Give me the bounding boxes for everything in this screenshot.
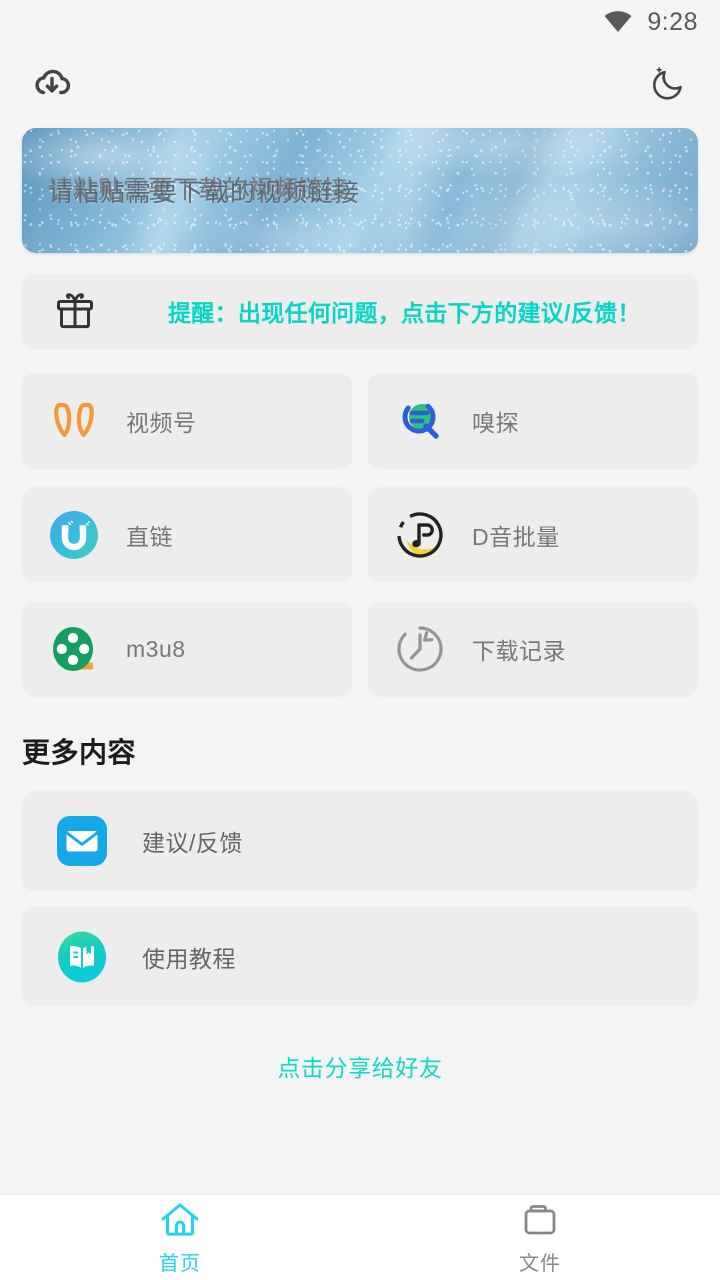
feature-label: 视频号 xyxy=(126,410,197,436)
notice-banner[interactable]: 提醒：出现任何问题，点击下方的建议/反馈！ xyxy=(22,273,698,349)
feature-tile-m3u8[interactable]: m3u8 xyxy=(22,601,352,697)
notice-container: 提醒：出现任何问题，点击下方的建议/反馈！ xyxy=(0,273,720,349)
wechat-channels-icon xyxy=(22,398,126,444)
magnet-link-icon xyxy=(22,508,126,562)
gift-icon xyxy=(52,288,98,334)
more-list: 建议/反馈 使用教程 xyxy=(0,791,720,1007)
more-item-label: 建议/反馈 xyxy=(142,830,243,856)
paste-link-input[interactable] xyxy=(22,128,698,253)
more-item-label: 使用教程 xyxy=(142,946,236,972)
more-section-title: 更多内容 xyxy=(22,737,137,768)
feature-label: 下载记录 xyxy=(472,638,566,664)
more-item-feedback[interactable]: 建议/反馈 xyxy=(22,791,698,891)
feature-tile-douyin-batch[interactable]: D音批量 xyxy=(368,487,698,583)
bottom-tab-bar: 首页 文件 xyxy=(0,1194,720,1280)
paste-banner-container: 请粘贴需要下载的视频链接 xyxy=(0,128,720,253)
feature-label: m3u8 xyxy=(126,635,186,662)
film-reel-icon xyxy=(22,622,126,676)
tab-label: 文件 xyxy=(519,1252,561,1275)
sniffer-search-icon xyxy=(368,393,472,449)
wifi-icon xyxy=(603,11,633,33)
open-book-icon xyxy=(22,929,142,985)
paste-link-banner[interactable]: 请粘贴需要下载的视频链接 xyxy=(22,128,698,253)
feature-tile-direct-link[interactable]: 直链 xyxy=(22,487,352,583)
feature-grid: 视频号 嗅探 直链 D音批量 m3u8 下载记录 xyxy=(0,373,720,697)
cloud-download-icon[interactable] xyxy=(30,61,74,105)
status-bar: 9:28 xyxy=(0,0,720,44)
feature-tile-download-history[interactable]: 下载记录 xyxy=(368,601,698,697)
more-item-tutorial[interactable]: 使用教程 xyxy=(22,907,698,1007)
tab-label: 首页 xyxy=(159,1252,201,1275)
tab-files[interactable]: 文件 xyxy=(360,1200,720,1276)
feature-tile-sniffer[interactable]: 嗅探 xyxy=(368,373,698,469)
share-link[interactable]: 点击分享给好友 xyxy=(0,1049,720,1083)
feature-label: D音批量 xyxy=(472,524,560,550)
app-screen: 9:28 请粘贴需要下载的视频链接 请粘贴需要下载的视频链接 提醒：出现任何问题… xyxy=(0,0,720,1280)
mail-envelope-icon xyxy=(22,813,142,869)
douyin-music-icon xyxy=(368,508,472,562)
app-bar xyxy=(0,44,720,122)
notice-text: 提醒：出现任何问题，点击下方的建议/反馈！ xyxy=(168,300,641,326)
feature-tile-wechat-channels[interactable]: 视频号 xyxy=(22,373,352,469)
tab-home[interactable]: 首页 xyxy=(0,1200,360,1276)
folder-icon xyxy=(519,1200,561,1240)
feature-label: 直链 xyxy=(126,524,173,550)
home-icon xyxy=(159,1200,201,1240)
feature-label: 嗅探 xyxy=(472,410,519,436)
status-bar-time: 9:28 xyxy=(647,7,698,36)
moon-icon[interactable] xyxy=(644,59,692,107)
history-clock-icon xyxy=(368,622,472,676)
